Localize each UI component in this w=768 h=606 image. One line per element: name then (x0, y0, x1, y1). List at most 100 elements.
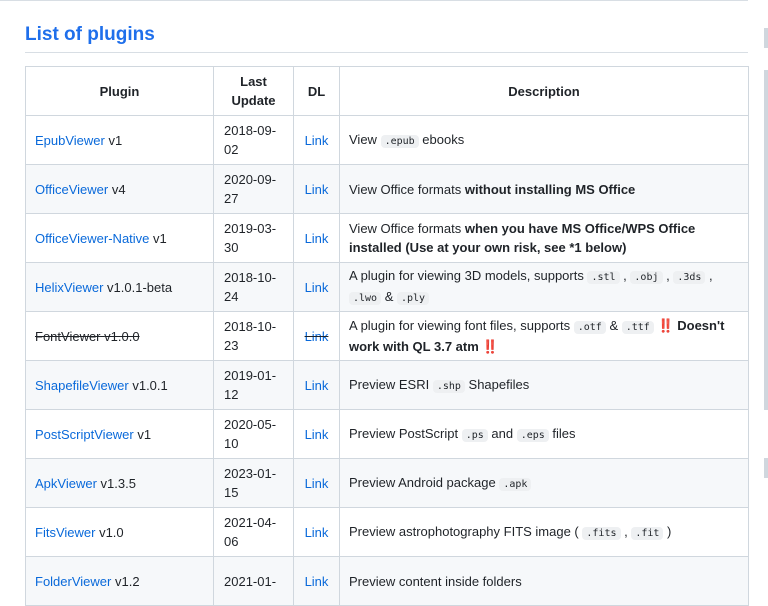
section-heading: List of plugins (25, 24, 155, 45)
warning-icon: ‼️ (657, 318, 674, 333)
description-text: Shapefiles (464, 376, 530, 392)
description-cell: View .epub ebooks (339, 115, 749, 165)
last-update-line: 24 (224, 289, 239, 304)
last-update-line: 23 (224, 338, 239, 353)
plugin-name-link[interactable]: OfficeViewer (35, 182, 108, 197)
plugin-version: v1 (153, 230, 167, 246)
plugin-version: v1 (137, 426, 152, 442)
column-header-plugin: Plugin (25, 66, 214, 116)
plugin-cell: PostScriptViewer v1 (25, 409, 214, 459)
description-text: ) (663, 523, 672, 539)
file-extension-code: .shp (432, 379, 465, 393)
file-extension-code: .fits (582, 526, 621, 540)
download-link[interactable]: Link (305, 329, 329, 344)
download-link[interactable]: Link (305, 280, 329, 295)
file-extension-code: .fit (631, 526, 664, 540)
plugin-name-link[interactable]: HelixViewer (35, 280, 103, 295)
plugin-cell: ShapefileViewer v1.0.1 (25, 360, 214, 410)
plugin-version: v1.0.0 (104, 328, 140, 344)
download-link[interactable]: Link (305, 378, 329, 393)
file-extension-code: .apk (499, 477, 532, 491)
description-cell: View Office formats without installing M… (339, 164, 749, 214)
description-text: , (619, 268, 631, 283)
file-extension-code: .3ds (673, 271, 706, 284)
last-update-line: 2021-04- (224, 515, 277, 530)
table-row: ShapefileViewer v1.0.1 2019-01- 12 Link Prev… (25, 360, 749, 410)
file-extension-code: .otf (573, 321, 606, 334)
description-text: files (548, 425, 576, 441)
plugin-name-link[interactable]: EpubViewer (35, 133, 105, 148)
plugin-name-link[interactable]: PostScriptViewer (35, 427, 134, 442)
plugin-version: v1.0.1 (132, 377, 168, 393)
plugin-cell: ApkViewer v1.3.5 (25, 458, 214, 508)
description-text: Preview Android package (349, 474, 500, 490)
last-update-line: 2019-03- (224, 221, 277, 236)
table-row: HelixViewer v1.0.1-beta 2018-10- 24 Link A p… (25, 262, 749, 312)
plugin-cell: OfficeViewer v4 (25, 164, 214, 214)
plugin-name-link[interactable]: ApkViewer (35, 476, 97, 491)
description-text: Preview PostScript (349, 425, 462, 441)
plugin-version: v1.3.5 (100, 475, 136, 491)
last-update-line: 2023-01- (224, 466, 277, 481)
download-link[interactable]: Link (305, 574, 329, 589)
last-update-line: 06 (224, 534, 239, 549)
last-update-cell: 2019-03- 30 (213, 213, 294, 263)
last-update-cell: 2020-05- 10 (213, 409, 294, 459)
last-update-line: 2019-01- (224, 368, 277, 383)
last-update-line: 2021-01- (224, 573, 277, 589)
plugin-name-link[interactable]: FolderViewer (35, 574, 111, 589)
emphasis-text: without installing MS Office (464, 181, 636, 197)
last-update-cell: 2019-01- 12 (213, 360, 294, 410)
last-update-line: 2018-10- (224, 319, 277, 334)
file-extension-code: .ps (461, 428, 488, 442)
table-row: FitsViewer v1.0 2021-04- 06 Link Preview ast… (25, 507, 749, 557)
description-text: View Office formats (349, 221, 465, 236)
column-header-last-update: Last Update (213, 66, 294, 116)
description-text: Preview astrophotography FITS image ( (349, 523, 583, 539)
last-update-cell: 2021-01- (213, 556, 294, 606)
description-text: A plugin for viewing font files, support… (349, 318, 574, 333)
file-extension-code: .lwo (349, 292, 382, 305)
file-extension-code: .stl (587, 271, 620, 284)
last-update-line: 2020-05- (224, 417, 277, 432)
description-cell: A plugin for viewing font files, support… (339, 311, 749, 361)
description-text: ebooks (418, 131, 465, 147)
last-update-line: 2020-09- (224, 172, 277, 187)
plugin-name-link[interactable]: FitsViewer (35, 525, 95, 540)
download-link[interactable]: Link (305, 476, 329, 491)
side-panel-edge (764, 458, 768, 478)
file-extension-code: .epub (380, 134, 419, 148)
plugin-cell: OfficeViewer-Native v1 (25, 213, 214, 263)
table-row: OfficeViewer v4 2020-09- 27 Link View Office… (25, 164, 749, 214)
download-cell: Link (293, 458, 340, 508)
description-text: , (662, 268, 674, 283)
description-cell: A plugin for viewing 3D models, supports… (339, 262, 749, 312)
plugin-cell: FitsViewer v1.0 (25, 507, 214, 557)
last-update-cell: 2018-09- 02 (213, 115, 294, 165)
download-link[interactable]: Link (305, 133, 329, 148)
download-link[interactable]: Link (305, 525, 329, 540)
description-text: & (381, 289, 397, 304)
plugin-version: v1.2 (114, 573, 140, 589)
download-cell: Link (293, 507, 340, 557)
heading-divider (25, 52, 748, 53)
plugin-name-link[interactable]: FontViewer (35, 329, 101, 344)
description-cell: Preview PostScript .ps and .eps files (339, 409, 749, 459)
download-link[interactable]: Link (305, 182, 329, 197)
column-header-description: Description (339, 66, 749, 116)
download-cell: Link (293, 409, 340, 459)
download-link[interactable]: Link (305, 231, 329, 246)
description-cell: Preview ESRI .shp Shapefiles (339, 360, 749, 410)
download-link[interactable]: Link (305, 427, 329, 442)
description-text: , (705, 268, 713, 283)
plugin-name-link[interactable]: OfficeViewer-Native (35, 231, 149, 246)
description-cell: Preview content inside folders (339, 556, 749, 606)
warning-icon: ‼️ (482, 339, 499, 354)
table-row: ApkViewer v1.3.5 2023-01- 15 Link Preview An… (25, 458, 749, 508)
table-row: FolderViewer v1.2 2021-01- Link Preview con… (25, 556, 749, 606)
plugin-name-link[interactable]: ShapefileViewer (35, 378, 129, 393)
file-extension-code: .eps (516, 428, 549, 442)
description-text: View Office formats (349, 181, 465, 197)
plugin-cell: HelixViewer v1.0.1-beta (25, 262, 214, 312)
column-header-dl: DL (293, 66, 340, 116)
